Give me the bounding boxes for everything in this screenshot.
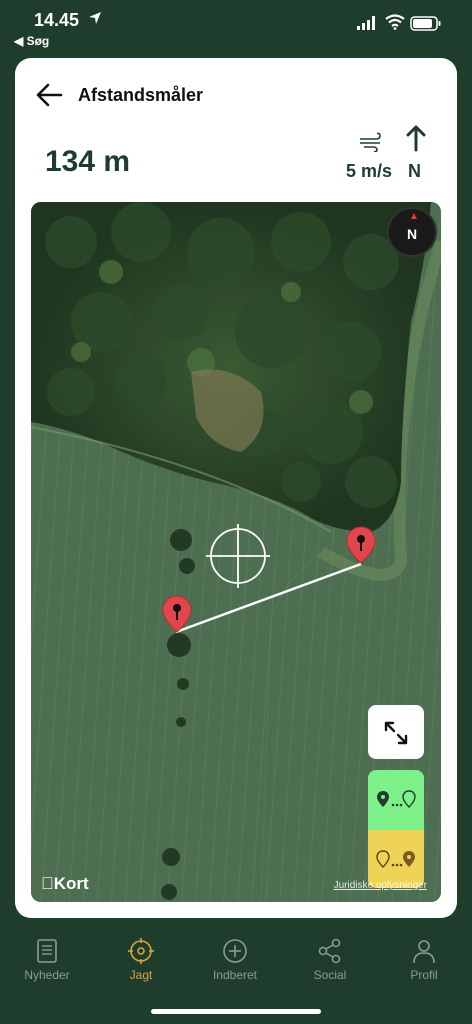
- back-to-app-link[interactable]: ◀ Søg: [14, 34, 49, 48]
- location-arrow-icon: [89, 12, 101, 24]
- arrow-left-icon[interactable]: [35, 82, 65, 108]
- satellite-map[interactable]: N Kort Juridiske oplysninger: [31, 202, 441, 902]
- cellular-signal-icon: [357, 16, 375, 30]
- person-icon: [413, 940, 435, 964]
- share-icon: [318, 938, 341, 964]
- wind-icon: [360, 132, 381, 152]
- wind-direction-arrow-icon: [406, 125, 426, 152]
- map-attribution-label: Kort: [41, 874, 89, 893]
- tab-profile[interactable]: Profil: [377, 930, 471, 992]
- distance-value: 134 m: [45, 145, 131, 178]
- page-title: Afstandsmåler: [78, 85, 204, 105]
- wind-speed: 5 m/s: [346, 161, 393, 181]
- battery-icon: [410, 16, 441, 31]
- newspaper-icon: [37, 939, 57, 963]
- tab-profile-label: Profil: [410, 968, 438, 982]
- map-pin-start[interactable]: [160, 594, 194, 634]
- expand-arrows-icon: [384, 721, 408, 745]
- tab-social[interactable]: Social: [283, 930, 377, 992]
- pin-to-pin-reverse-icon: [376, 850, 415, 868]
- map-attribution: Kort: [41, 874, 89, 894]
- tab-hunt[interactable]: Jagt: [94, 930, 188, 992]
- wind-direction: N: [408, 161, 421, 181]
- compass-button[interactable]: N: [387, 207, 437, 257]
- tab-news[interactable]: Nyheder: [0, 930, 94, 992]
- pin-to-pin-icon: [377, 790, 416, 808]
- compass-label: N: [406, 226, 418, 242]
- tab-social-label: Social: [313, 968, 347, 982]
- rangefinder-card: Afstandsmåler 134 m 5 m/s N N Kort Jurid…: [15, 58, 457, 918]
- expand-map-button[interactable]: [368, 705, 424, 759]
- status-bar: 14.45 ◀ Søg: [0, 0, 472, 56]
- tab-hunt-label: Jagt: [129, 968, 153, 982]
- target-icon: [128, 938, 154, 964]
- measure-mode-group: [368, 770, 424, 888]
- tab-report-label: Indberet: [212, 968, 258, 982]
- status-time: 14.45: [34, 10, 80, 30]
- plus-circle-icon: [223, 939, 247, 963]
- map-pin-end[interactable]: [344, 525, 378, 565]
- home-indicator[interactable]: [151, 1009, 321, 1014]
- measure-from-position-button[interactable]: [368, 770, 424, 830]
- wifi-icon: [385, 14, 405, 30]
- tab-bar: Nyheder Jagt Indberet Social Profil: [0, 930, 472, 1000]
- apple-logo-icon: : [41, 874, 54, 893]
- tab-news-label: Nyheder: [24, 968, 70, 982]
- legal-info-link[interactable]: Juridiske oplysninger: [334, 880, 427, 891]
- tab-report[interactable]: Indberet: [188, 930, 282, 992]
- compass-north-marker: [411, 213, 417, 219]
- crosshair-icon: [206, 524, 270, 588]
